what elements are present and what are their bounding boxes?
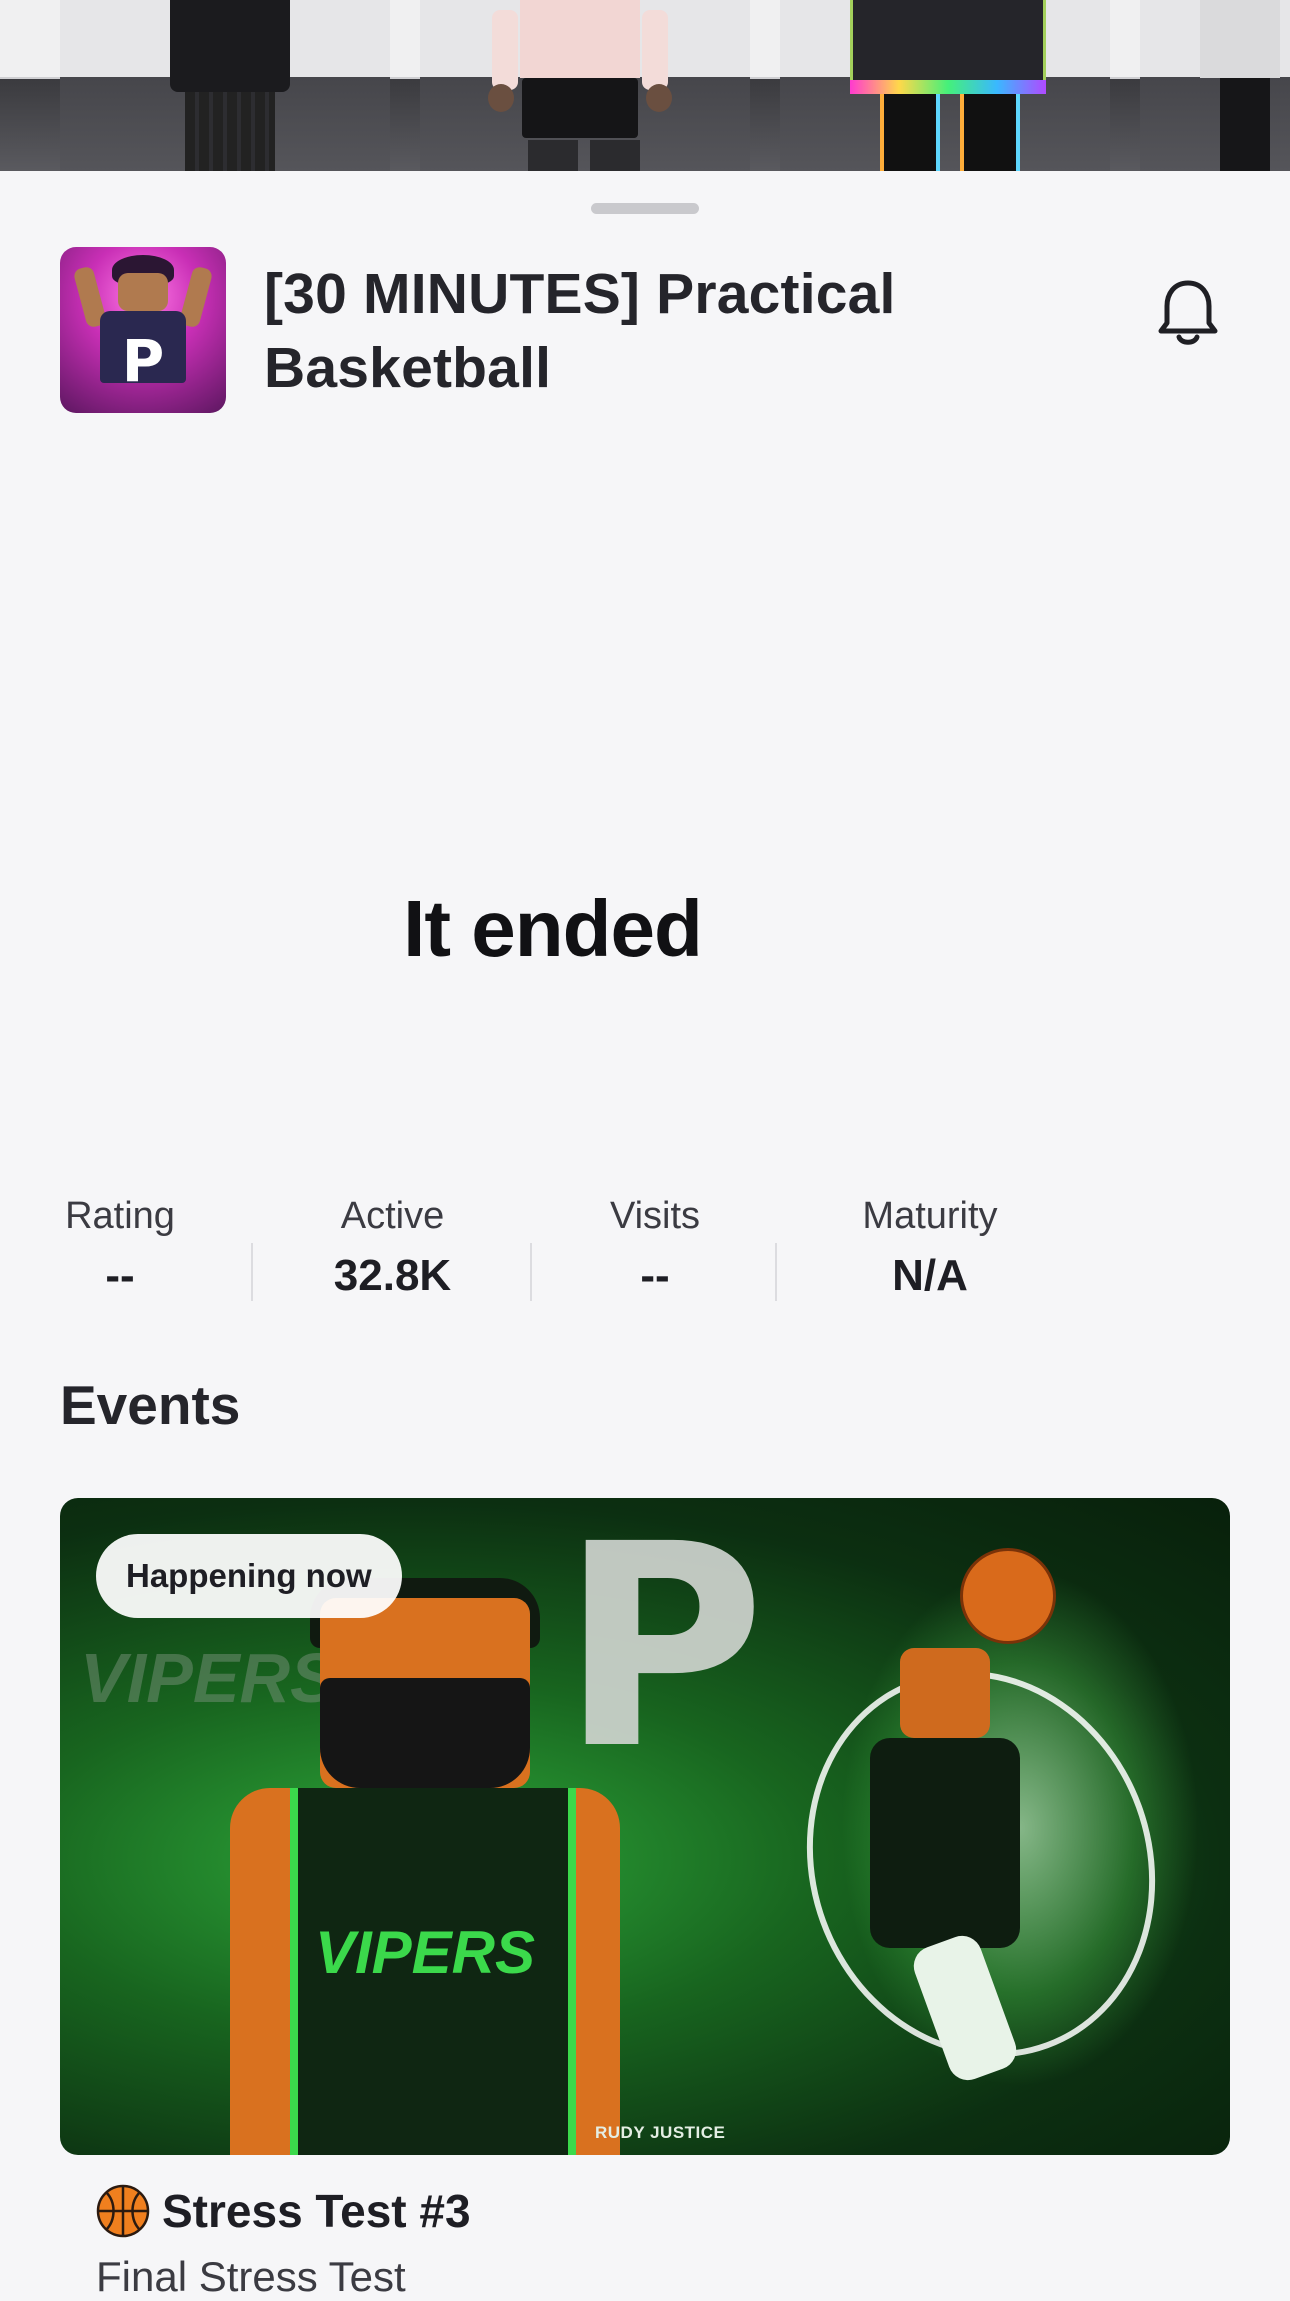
- outfit-tile[interactable]: [1140, 0, 1290, 171]
- stat-label: Visits: [609, 1195, 701, 1237]
- avatar-outfit-strip: [0, 0, 1290, 171]
- event-art-credit: RUDY JUSTICE: [595, 2123, 726, 2142]
- stat-value: N/A: [892, 1251, 968, 1300]
- event-title-text: Stress Test #3: [162, 2185, 471, 2237]
- stat-rating: Rating --: [60, 1191, 180, 1311]
- game-status-message: It ended: [403, 884, 703, 973]
- outfit-tile[interactable]: [780, 0, 1110, 171]
- stat-value: --: [105, 1251, 135, 1300]
- event-art-player: VIPERS: [120, 1578, 680, 2155]
- event-art-player: [753, 1548, 1209, 2108]
- basketball-icon: [96, 2184, 150, 2238]
- stat-divider: [251, 1243, 253, 1301]
- game-details-sheet: P [30 MINUTES] Practical Basketball It e…: [0, 171, 1290, 2300]
- events-heading: Events: [60, 1374, 241, 1436]
- outfit-tile[interactable]: [420, 0, 750, 171]
- game-thumbnail[interactable]: P: [60, 247, 226, 413]
- event-status-badge: Happening now: [96, 1534, 402, 1618]
- avatar-figure: [830, 0, 1060, 171]
- event-art-team-text: VIPERS: [314, 1919, 536, 1986]
- game-title: [30 MINUTES] Practical Basketball: [264, 262, 896, 400]
- avatar-figure: [150, 0, 310, 171]
- outfit-tile[interactable]: [60, 0, 390, 171]
- stat-value: 32.8K: [333, 1251, 452, 1300]
- stat-label: Active: [340, 1195, 445, 1237]
- event-title[interactable]: Stress Test #3: [96, 2184, 471, 2238]
- event-card[interactable]: VIPERS P VIPERS RUDY JUSTICE Happening n…: [60, 1498, 1230, 2155]
- stat-label: Rating: [65, 1195, 175, 1237]
- stat-active: Active 32.8K: [310, 1191, 475, 1311]
- stat-value: --: [640, 1251, 670, 1300]
- basketball-graphic: [960, 1548, 1056, 1644]
- stat-maturity: Maturity N/A: [845, 1191, 1015, 1311]
- bell-icon[interactable]: [1155, 275, 1221, 349]
- stat-visits: Visits --: [595, 1191, 715, 1311]
- event-subtitle: Final Stress Test: [96, 2253, 406, 2300]
- avatar-figure: [480, 0, 680, 171]
- game-stats: Rating -- Active 32.8K Visits -- Maturit…: [0, 1191, 1290, 1321]
- sheet-drag-handle[interactable]: [591, 203, 699, 214]
- stat-divider: [775, 1243, 777, 1301]
- avatar-figure: [1200, 0, 1280, 171]
- stat-label: Maturity: [862, 1195, 998, 1237]
- stat-divider: [530, 1243, 532, 1301]
